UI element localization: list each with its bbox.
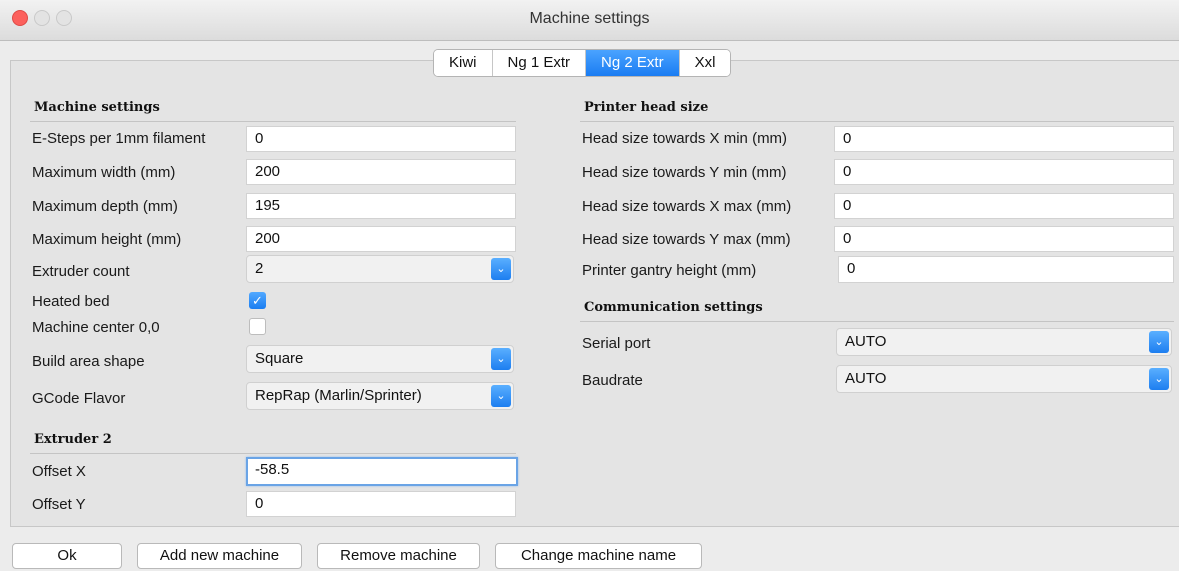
offset-y-field[interactable]: 0 <box>246 491 516 517</box>
title-bar: Machine settings <box>0 0 1179 41</box>
offset-x-label: Offset X <box>32 463 86 480</box>
extruder-2-heading: Extruder 2 <box>34 432 112 447</box>
max-depth-field[interactable]: 195 <box>246 193 516 219</box>
tab-xxl[interactable]: Xxl <box>679 50 731 76</box>
head-x-max-field[interactable]: 0 <box>834 193 1174 219</box>
gcode-flavor-label: GCode Flavor <box>32 390 126 407</box>
serial-port-label: Serial port <box>582 335 651 352</box>
build-area-shape-select[interactable]: Square ⌄ <box>246 345 514 373</box>
baudrate-label: Baudrate <box>582 372 643 389</box>
tab-kiwi[interactable]: Kiwi <box>434 50 493 76</box>
baudrate-value: AUTO <box>845 370 887 387</box>
gcode-flavor-value: RepRap (Marlin/Sprinter) <box>255 387 422 404</box>
add-new-machine-button[interactable]: Add new machine <box>137 543 302 569</box>
build-area-shape-label: Build area shape <box>32 353 145 370</box>
max-width-field[interactable]: 200 <box>246 159 516 185</box>
head-y-min-field[interactable]: 0 <box>834 159 1174 185</box>
heated-bed-label: Heated bed <box>32 293 110 310</box>
section-divider <box>580 321 1174 322</box>
chevron-down-icon: ⌄ <box>491 348 511 370</box>
head-x-max-label: Head size towards X max (mm) <box>582 198 792 215</box>
esteps-field[interactable]: 0 <box>246 126 516 152</box>
communication-settings-heading: Communication settings <box>584 300 763 315</box>
head-y-max-label: Head size towards Y max (mm) <box>582 231 791 248</box>
window-title: Machine settings <box>529 10 650 27</box>
ok-button[interactable]: Ok <box>12 543 122 569</box>
tab-ng-2-extr[interactable]: Ng 2 Extr <box>586 50 680 76</box>
head-x-min-label: Head size towards X min (mm) <box>582 130 788 147</box>
printer-head-size-heading: Printer head size <box>584 100 709 115</box>
machine-center-checkbox[interactable] <box>249 318 266 335</box>
section-divider <box>30 121 516 122</box>
remove-machine-button[interactable]: Remove machine <box>317 543 480 569</box>
offset-y-label: Offset Y <box>32 496 86 513</box>
machine-settings-heading: Machine settings <box>34 100 160 115</box>
gantry-height-label: Printer gantry height (mm) <box>582 262 757 279</box>
heated-bed-checkbox[interactable]: ✓ <box>249 292 266 309</box>
chevron-down-icon: ⌄ <box>491 385 511 407</box>
extruder-count-select[interactable]: 2 ⌄ <box>246 255 514 283</box>
head-x-min-field[interactable]: 0 <box>834 126 1174 152</box>
build-area-shape-value: Square <box>255 350 304 367</box>
gantry-height-field[interactable]: 0 <box>838 256 1174 283</box>
section-divider <box>30 453 516 454</box>
machine-center-label: Machine center 0,0 <box>32 319 160 336</box>
checkmark-icon: ✓ <box>252 293 263 308</box>
extruder-count-label: Extruder count <box>32 263 130 280</box>
serial-port-select[interactable]: AUTO ⌄ <box>836 328 1172 356</box>
esteps-label: E-Steps per 1mm filament <box>32 130 206 147</box>
offset-x-field[interactable]: -58.5 <box>246 457 518 486</box>
max-width-label: Maximum width (mm) <box>32 164 176 181</box>
chevron-down-icon: ⌄ <box>1149 368 1169 390</box>
head-y-max-field[interactable]: 0 <box>834 226 1174 252</box>
head-y-min-label: Head size towards Y min (mm) <box>582 164 787 181</box>
tab-ng-1-extr[interactable]: Ng 1 Extr <box>492 50 587 76</box>
max-height-label: Maximum height (mm) <box>32 231 182 248</box>
baudrate-select[interactable]: AUTO ⌄ <box>836 365 1172 393</box>
extruder-count-value: 2 <box>255 260 264 277</box>
serial-port-value: AUTO <box>845 333 887 350</box>
chevron-down-icon: ⌄ <box>1149 331 1169 353</box>
gcode-flavor-select[interactable]: RepRap (Marlin/Sprinter) ⌄ <box>246 382 514 410</box>
change-machine-name-button[interactable]: Change machine name <box>495 543 702 569</box>
section-divider <box>580 121 1174 122</box>
chevron-down-icon: ⌄ <box>491 258 511 280</box>
machine-tabs: Kiwi Ng 1 Extr Ng 2 Extr Xxl <box>433 49 732 77</box>
max-height-field[interactable]: 200 <box>246 226 516 252</box>
max-depth-label: Maximum depth (mm) <box>32 198 178 215</box>
